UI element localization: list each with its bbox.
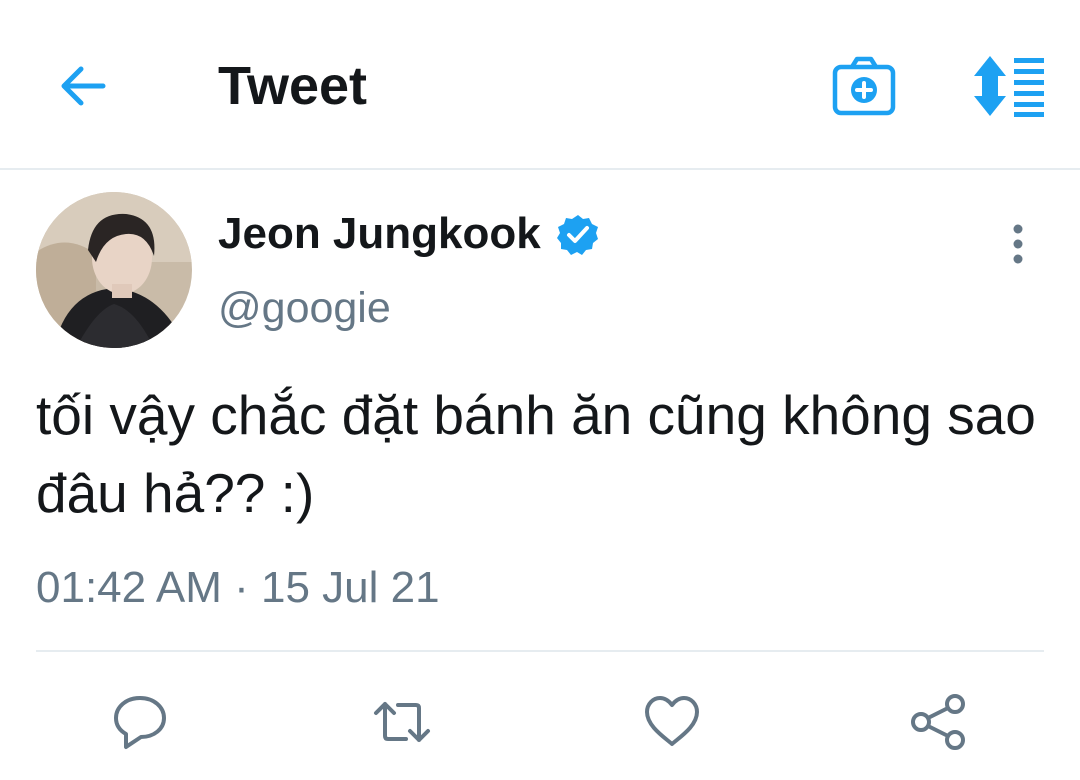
arrow-left-icon: [61, 66, 106, 106]
retweet-icon: [374, 702, 430, 742]
page-title: Tweet: [218, 56, 368, 116]
more-vertical-icon: [1013, 224, 1023, 264]
verified-badge-icon: [557, 215, 598, 255]
reply-button[interactable]: [110, 692, 170, 752]
user-handle[interactable]: @googie: [218, 282, 391, 334]
like-button[interactable]: [642, 692, 702, 752]
reply-bubble-icon: [114, 696, 166, 749]
tweet-timestamp: 01:42 AM · 15 Jul 21: [36, 563, 440, 612]
top-bar: Tweet: [0, 0, 1080, 170]
camera-button[interactable]: [832, 54, 896, 118]
sort-button[interactable]: [970, 54, 1048, 118]
back-button[interactable]: [55, 58, 111, 114]
profile-photo: [36, 192, 192, 348]
tweet-text: tối vậy chắc đặt bánh ăn cũng không sao …: [36, 384, 1036, 524]
tweet-screen: Tweet Jeon Jungkook @googie tối vậy chắc…: [0, 0, 1080, 780]
share-button[interactable]: [908, 692, 968, 752]
share-icon: [911, 694, 965, 750]
heart-icon: [645, 696, 699, 746]
retweet-button[interactable]: [372, 692, 432, 752]
more-options-button[interactable]: [998, 222, 1038, 266]
divider: [36, 650, 1044, 652]
sort-list-icon: [974, 56, 1044, 117]
camera-plus-icon: [832, 56, 896, 116]
display-name[interactable]: Jeon Jungkook: [218, 208, 541, 260]
avatar[interactable]: [36, 192, 192, 348]
